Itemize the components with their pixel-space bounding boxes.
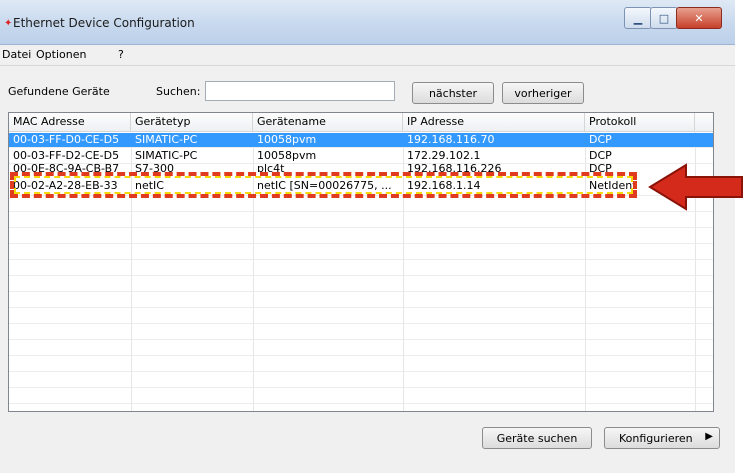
column-header-ip[interactable]: IP Adresse <box>403 113 585 131</box>
row-gridline <box>9 227 713 228</box>
menu-file[interactable]: Datei <box>2 48 31 61</box>
row-gridline <box>9 259 713 260</box>
pointer-arrow-icon <box>648 163 743 211</box>
row-gridline <box>9 307 713 308</box>
row-gridline <box>9 355 713 356</box>
app-icon: ✦ <box>4 18 13 29</box>
configure-button-label: Konfigurieren <box>619 431 693 445</box>
close-button[interactable]: ✕ <box>676 7 722 29</box>
row-gridline <box>9 323 713 324</box>
column-header-device-type[interactable]: Gerätetyp <box>131 113 253 131</box>
found-devices-label: Gefundene Geräte <box>8 85 110 98</box>
cell-device-type: S7-300 <box>135 164 174 172</box>
row-gridline <box>9 339 713 340</box>
cell-mac: 00-03-FF-D0-CE-D5 <box>13 133 120 146</box>
cell-device-name: 10058pvm <box>257 149 317 162</box>
menu-bar: Datei Optionen ? <box>0 45 735 66</box>
device-list[interactable]: MAC Adresse Gerätetyp Gerätename IP Adre… <box>8 112 714 412</box>
cell-device-name: 10058pvm <box>257 133 317 146</box>
search-input[interactable] <box>205 81 395 101</box>
cell-ip: 172.29.102.1 <box>407 149 481 162</box>
next-button[interactable]: nächster <box>412 82 494 104</box>
minimize-button[interactable]: ▁ <box>624 7 652 29</box>
column-header-device-name[interactable]: Gerätename <box>253 113 403 131</box>
close-icon: ✕ <box>694 11 704 25</box>
minimize-icon: ▁ <box>633 11 643 25</box>
cell-ip: 192.168.116.70 <box>407 133 495 146</box>
row-gridline <box>9 275 713 276</box>
maximize-button[interactable]: □ <box>650 7 678 29</box>
cell-device-type: SIMATIC-PC <box>135 149 198 162</box>
configure-button[interactable]: Konfigurieren ▶ <box>604 427 720 449</box>
maximize-icon: □ <box>658 11 670 25</box>
cell-device-type: SIMATIC-PC <box>135 133 198 146</box>
column-header-protocol[interactable]: Protokoll <box>585 113 695 131</box>
row-gridline <box>9 387 713 388</box>
table-row[interactable]: 00-03-FF-D2-CE-D5 SIMATIC-PC 10058pvm 17… <box>9 149 713 163</box>
cell-mac: 00-0E-8C-9A-CB-B7 <box>13 164 120 172</box>
list-header: MAC Adresse Gerätetyp Gerätename IP Adre… <box>9 113 713 132</box>
menu-options[interactable]: Optionen <box>36 48 86 61</box>
table-row[interactable]: 00-03-FF-D0-CE-D5 SIMATIC-PC 10058pvm 19… <box>9 133 713 147</box>
cell-protocol: DCP <box>589 149 612 162</box>
menu-help[interactable]: ? <box>118 48 124 61</box>
row-gridline <box>9 291 713 292</box>
cell-mac: 00-03-FF-D2-CE-D5 <box>13 149 120 162</box>
app-window: ✦ Ethernet Device Configuration ▁ □ ✕ Da… <box>0 0 735 473</box>
cell-protocol: DCP <box>589 133 612 146</box>
row-highlight-marker <box>10 172 637 198</box>
previous-button[interactable]: vorheriger <box>502 82 584 104</box>
row-gridline <box>9 211 713 212</box>
title-bar[interactable]: ✦ Ethernet Device Configuration ▁ □ ✕ <box>0 0 735 45</box>
search-label: Suchen: <box>156 85 201 98</box>
cell-ip: 192.168.116.226 <box>407 164 502 172</box>
submenu-arrow-icon: ▶ <box>705 431 713 442</box>
row-gridline <box>9 371 713 372</box>
row-gridline <box>9 403 713 404</box>
table-row[interactable]: 00-0E-8C-9A-CB-B7 S7-300 plc4t 192.168.1… <box>9 164 713 172</box>
column-header-mac[interactable]: MAC Adresse <box>9 113 131 131</box>
row-gridline <box>9 147 713 148</box>
search-devices-button[interactable]: Geräte suchen <box>482 427 592 449</box>
cell-device-name: plc4t <box>257 164 285 172</box>
window-title: Ethernet Device Configuration <box>13 16 195 30</box>
row-gridline <box>9 163 713 164</box>
row-gridline <box>9 243 713 244</box>
